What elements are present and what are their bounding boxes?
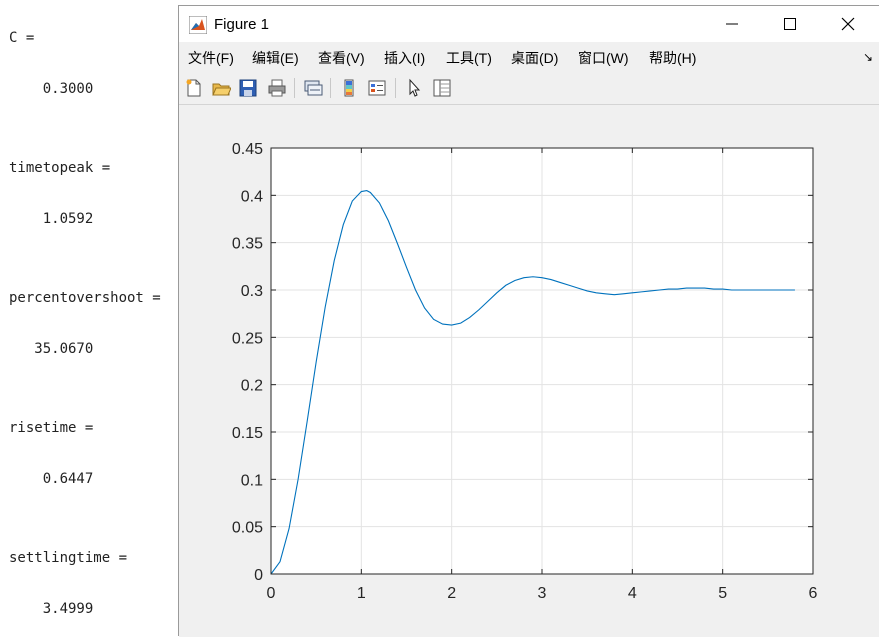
insert-legend-button[interactable]: [365, 76, 389, 100]
x-tick-label: 0: [267, 585, 276, 602]
figure-window: Figure 1 文件(F) 编辑(E) 查看(V) 插入(I) 工具(T) 桌…: [178, 5, 879, 637]
link-plot-button[interactable]: [301, 76, 325, 100]
link-icon: [304, 80, 323, 96]
new-figure-button[interactable]: [182, 76, 206, 100]
x-tick-label: 4: [628, 585, 637, 602]
x-tick-label: 2: [447, 585, 456, 602]
console-line: risetime =: [9, 420, 94, 436]
colorbar-icon: [344, 79, 354, 97]
edit-plot-button[interactable]: [402, 76, 426, 100]
figure-canvas: 0 1 2 3 4 5 6 0 0.05 0.1 0.15 0.2 0.25 0.3 0.35 0.4 0.45: [179, 106, 879, 637]
close-button[interactable]: [825, 10, 871, 38]
open-file-button[interactable]: [209, 76, 233, 100]
command-window-output: C = 0.3000 timetopeak = 1.0592 percentover…: [0, 0, 178, 636]
window-title: Figure 1: [214, 16, 270, 33]
close-icon: [841, 17, 855, 31]
menu-file[interactable]: 文件(F): [188, 48, 234, 68]
console-line: 0.3000: [9, 81, 94, 97]
menu-edit[interactable]: 编辑(E): [252, 48, 299, 68]
minimize-icon: [726, 23, 738, 25]
save-button[interactable]: [236, 76, 260, 100]
x-tick-label: 1: [357, 585, 366, 602]
y-tick-label: 0.15: [232, 425, 263, 442]
save-icon: [239, 79, 257, 97]
title-bar[interactable]: Figure 1: [179, 6, 879, 42]
minimize-button[interactable]: [709, 10, 755, 38]
menu-view[interactable]: 查看(V): [318, 48, 365, 68]
console-line: settlingtime =: [9, 550, 128, 566]
console-line: C =: [9, 30, 35, 46]
console-line: 1.0592: [9, 211, 94, 227]
x-tick-label: 3: [538, 585, 547, 602]
print-button[interactable]: [265, 76, 289, 100]
console-line: 0.6447: [9, 471, 94, 487]
maximize-button[interactable]: [767, 10, 813, 38]
x-tick-label: 5: [718, 585, 727, 602]
console-line: 3.4999: [9, 601, 94, 617]
menu-desktop[interactable]: 桌面(D): [511, 48, 558, 68]
y-tick-label: 0.3: [241, 283, 263, 300]
matlab-logo-icon: [189, 16, 207, 34]
menu-window[interactable]: 窗口(W): [578, 48, 629, 68]
insert-colorbar-button[interactable]: [337, 76, 361, 100]
y-tick-label: 0.35: [232, 236, 263, 253]
menu-insert[interactable]: 插入(I): [384, 48, 425, 68]
property-inspector-icon: [433, 79, 451, 97]
line-chart[interactable]: 0 1 2 3 4 5 6 0 0.05 0.1 0.15 0.2 0.25 0.3 0.35 0.4 0.45: [179, 106, 879, 637]
edit-plot-icon: [409, 78, 421, 97]
property-inspector-button[interactable]: [430, 76, 454, 100]
y-tick-label: 0.25: [232, 330, 263, 347]
y-tick-label: 0.45: [232, 141, 263, 158]
y-tick-label: 0.4: [241, 188, 263, 205]
new-figure-icon: [186, 79, 201, 97]
console-line: percentovershoot =: [9, 290, 161, 306]
menu-help[interactable]: 帮助(H): [649, 48, 696, 68]
y-tick-label: 0.05: [232, 520, 263, 537]
console-line: timetopeak =: [9, 160, 111, 176]
print-icon: [268, 79, 286, 97]
figure-toolbar: [179, 72, 879, 105]
x-tick-label: 6: [809, 585, 818, 602]
maximize-icon: [784, 18, 796, 30]
y-tick-label: 0.1: [241, 472, 263, 489]
y-tick-label: 0: [254, 567, 263, 584]
console-line: 35.0670: [9, 341, 94, 357]
dock-arrow-icon[interactable]: ↘: [863, 50, 873, 64]
legend-icon: [368, 80, 386, 96]
menu-bar: 文件(F) 编辑(E) 查看(V) 插入(I) 工具(T) 桌面(D) 窗口(W…: [179, 46, 879, 70]
y-tick-label: 0.2: [241, 378, 263, 395]
menu-tools[interactable]: 工具(T): [446, 48, 492, 68]
open-file-icon: [212, 83, 231, 96]
